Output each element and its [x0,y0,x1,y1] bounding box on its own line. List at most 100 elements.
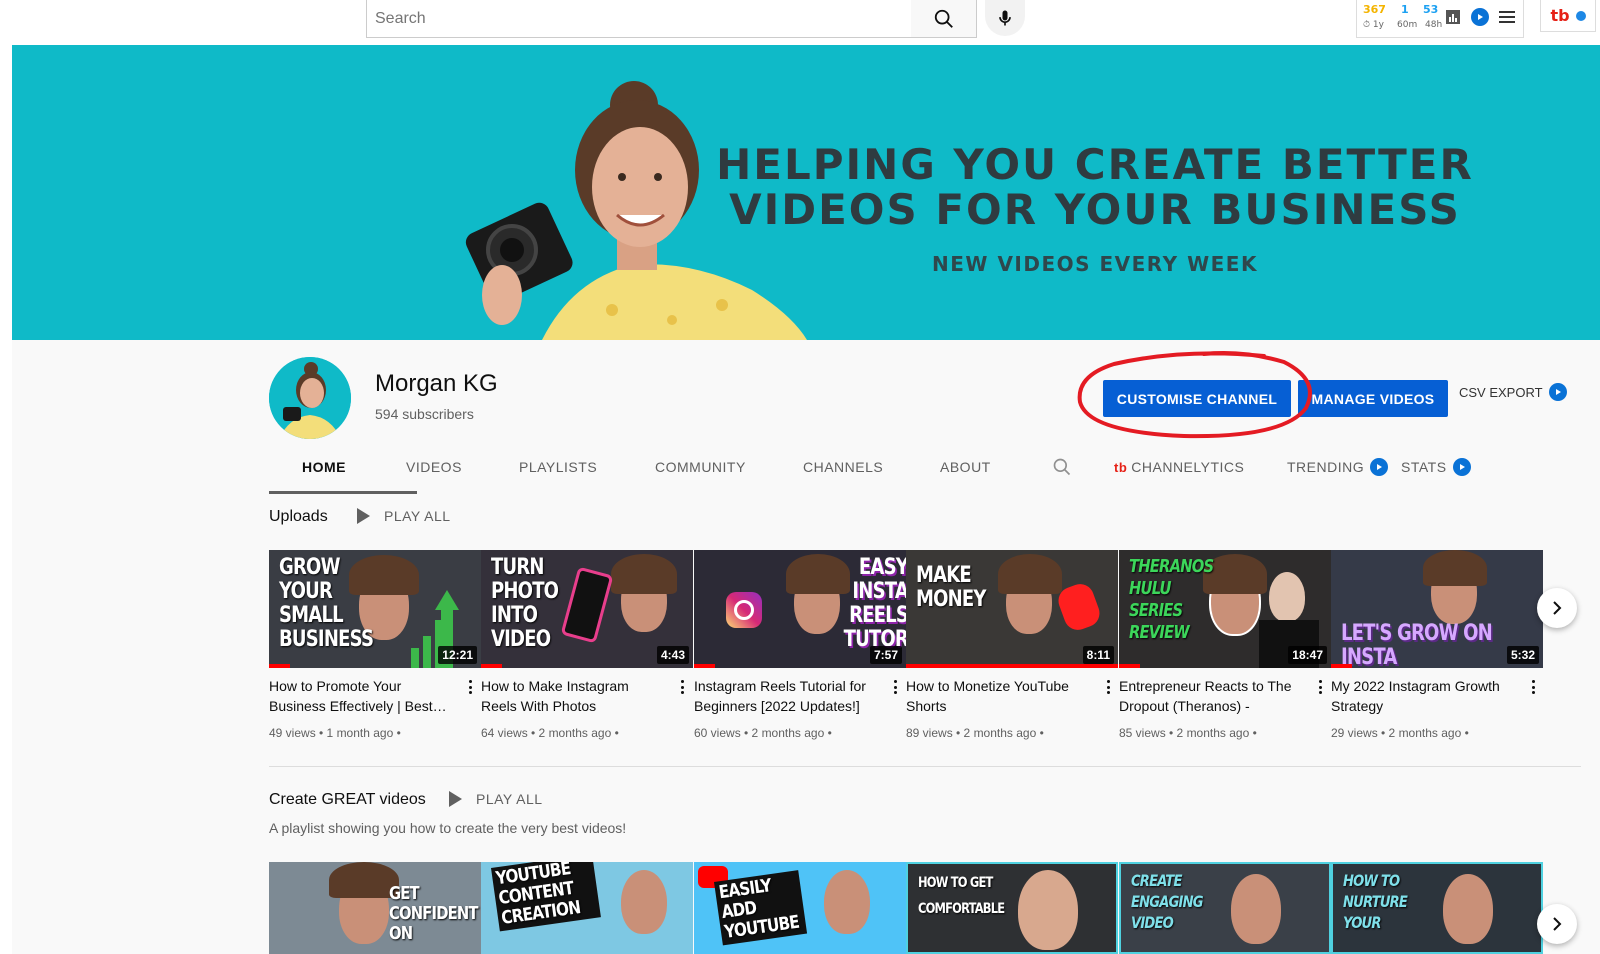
search-button[interactable] [911,0,977,38]
more-actions-button[interactable] [677,678,687,696]
stat-value: 1 [1401,3,1409,16]
extension-logo-icon[interactable] [1471,8,1489,26]
stat-period: ⏱ 1y [1363,20,1384,30]
playlist-video-thumbnail[interactable]: CREATE ENGAGING VIDEO [1119,862,1331,954]
video-thumbnail[interactable]: MAKE MONEY 8:11 [906,550,1118,668]
channel-name: Morgan KG [375,370,498,397]
channel-avatar[interactable] [269,357,351,439]
tab-about[interactable]: ABOUT [940,440,991,494]
microphone-icon [999,10,1011,26]
video-duration: 5:32 [1506,646,1539,664]
channel-search-button[interactable] [1052,440,1072,494]
chevron-right-icon [1553,601,1562,615]
thumbnail-text: TURN PHOTO INTO VIDEO [491,555,559,652]
extension-badge-icon [1452,458,1471,476]
video-duration: 8:11 [1082,646,1114,664]
shelf-next-button[interactable] [1537,904,1577,944]
video-duration: 7:57 [869,646,902,664]
extension-badge-icon [1548,383,1567,401]
video-meta: 29 views • 2 months ago • [1331,726,1469,740]
stat-period: 48h [1425,20,1443,30]
video-title[interactable]: My 2022 Instagram Growth Strategy [1331,676,1511,716]
subscriber-count: 594 subscribers [375,406,474,422]
uploads-shelf-title[interactable]: Uploads [269,508,328,526]
watch-progress-bar [1331,664,1353,668]
video-duration: 4:43 [656,646,689,664]
video-duration: 18:47 [1288,646,1327,664]
more-actions-button[interactable] [1315,678,1325,696]
search-icon [1053,458,1071,476]
playlist-description: A playlist showing you how to create the… [269,820,627,836]
video-duration: 12:21 [438,646,477,664]
thumbnail-text: THERANOS HULU SERIES REVIEW [1129,556,1214,643]
thumbnail-text: GET CONFIDENT ON [389,883,479,944]
thumbnail-text: GROW YOUR SMALL BUSINESS [279,555,374,652]
playlist-video-thumbnail[interactable]: EASILY ADD YOUTUBE [694,862,906,954]
highlight-annotation [1077,351,1312,439]
video-meta: 64 views • 2 months ago • [481,726,619,740]
voice-search-button[interactable] [985,0,1025,36]
bar-chart-icon[interactable] [1445,9,1461,25]
tab-videos[interactable]: VIDEOS [406,440,462,494]
tab-trending[interactable]: TRENDING [1287,440,1389,494]
tab-playlists[interactable]: PLAYLISTS [519,440,597,494]
status-dot-icon [1575,10,1586,21]
banner-tagline: NEW VIDEOS EVERY WEEK [932,252,1258,276]
playlist-video-thumbnail[interactable]: HOW TO GET COMFORTABLE [906,862,1118,954]
search-icon [934,9,953,28]
video-thumbnail[interactable]: EASY INSTA REELS TUTOR 7:57 [694,550,906,668]
top-bar: Search 367 ⏱ 1y 1 60m 53 48h tb [0,0,1600,45]
video-title[interactable]: Entrepreneur Reacts to The Dropout (Ther… [1119,676,1299,716]
chevron-right-icon [1553,917,1562,931]
banner-headline-2: VIDEOS FOR YOUR BUSINESS [729,185,1461,234]
tab-home[interactable]: HOME [302,440,346,494]
csv-export-button[interactable]: CSV EXPORT [1459,383,1567,401]
play-icon [449,791,462,807]
thumbnail-text: YOUTUBE CONTENT CREATION [491,862,601,932]
thumbnail-text: MAKE MONEY [916,563,986,612]
video-title[interactable]: How to Promote Your Business Effectively… [269,676,449,716]
video-title[interactable]: Instagram Reels Tutorial for Beginners [… [694,676,874,716]
video-thumbnail[interactable]: THERANOS HULU SERIES REVIEW 18:47 [1119,550,1331,668]
search-input[interactable]: Search [366,0,912,38]
tab-channelytics[interactable]: tb CHANNELYTICS [1114,440,1244,494]
playlist-shelf-title[interactable]: Create GREAT videos [269,791,426,809]
watch-progress-bar [1119,664,1141,668]
tab-stats[interactable]: STATS [1401,440,1471,494]
thumbnail-text: EASILY ADD YOUTUBE [714,870,808,946]
video-thumbnail[interactable]: GROW YOUR SMALL BUSINESS 12:21 [269,550,481,668]
tubebuddy-logo-icon: tb [1550,6,1570,25]
uploads-play-all-button[interactable]: PLAY ALL [357,508,451,524]
extension-stats-panel[interactable]: 367 ⏱ 1y 1 60m 53 48h [1356,0,1524,38]
stat-period: 60m [1397,20,1418,30]
playlist-video-thumbnail[interactable]: GET CONFIDENT ON [269,862,481,954]
more-actions-button[interactable] [465,678,475,696]
more-actions-button[interactable] [1528,678,1538,696]
menu-icon[interactable] [1499,10,1515,24]
thumbnail-text: EASY INSTA REELS TUTOR [843,555,906,652]
tab-channels[interactable]: CHANNELS [803,440,883,494]
channel-home-content: Uploads PLAY ALL GROW YOUR SMALL BUSINES… [12,494,1600,954]
play-all-label: PLAY ALL [384,508,451,524]
playlist-video-thumbnail[interactable]: HOW TO NURTURE YOUR [1331,862,1543,954]
shelf-next-button[interactable] [1537,588,1577,628]
video-title[interactable]: How to Monetize YouTube Shorts [906,676,1086,716]
channel-banner: HELPING YOU CREATE BETTER VIDEOS FOR YOU… [12,45,1600,340]
tubebuddy-extension[interactable]: tb [1540,0,1596,32]
more-actions-button[interactable] [890,678,900,696]
tubebuddy-logo-icon: tb [1114,459,1128,475]
avatar-image [269,357,351,439]
csv-export-label: CSV EXPORT [1459,384,1543,400]
video-meta: 89 views • 2 months ago • [906,726,1044,740]
video-meta: 85 views • 2 months ago • [1119,726,1257,740]
watch-progress-bar [481,664,503,668]
playlist-video-thumbnail[interactable]: YOUTUBE CONTENT CREATION [481,862,693,954]
tab-community[interactable]: COMMUNITY [655,440,746,494]
playlist-play-all-button[interactable]: PLAY ALL [449,791,543,807]
more-actions-button[interactable] [1103,678,1113,696]
play-icon [357,508,370,524]
video-meta: 49 views • 1 month ago • [269,726,401,740]
video-title[interactable]: How to Make Instagram Reels With Photos [481,676,661,716]
video-thumbnail[interactable]: LET'S GROW ON INSTA 5:32 [1331,550,1543,668]
video-thumbnail[interactable]: TURN PHOTO INTO VIDEO 4:43 [481,550,693,668]
